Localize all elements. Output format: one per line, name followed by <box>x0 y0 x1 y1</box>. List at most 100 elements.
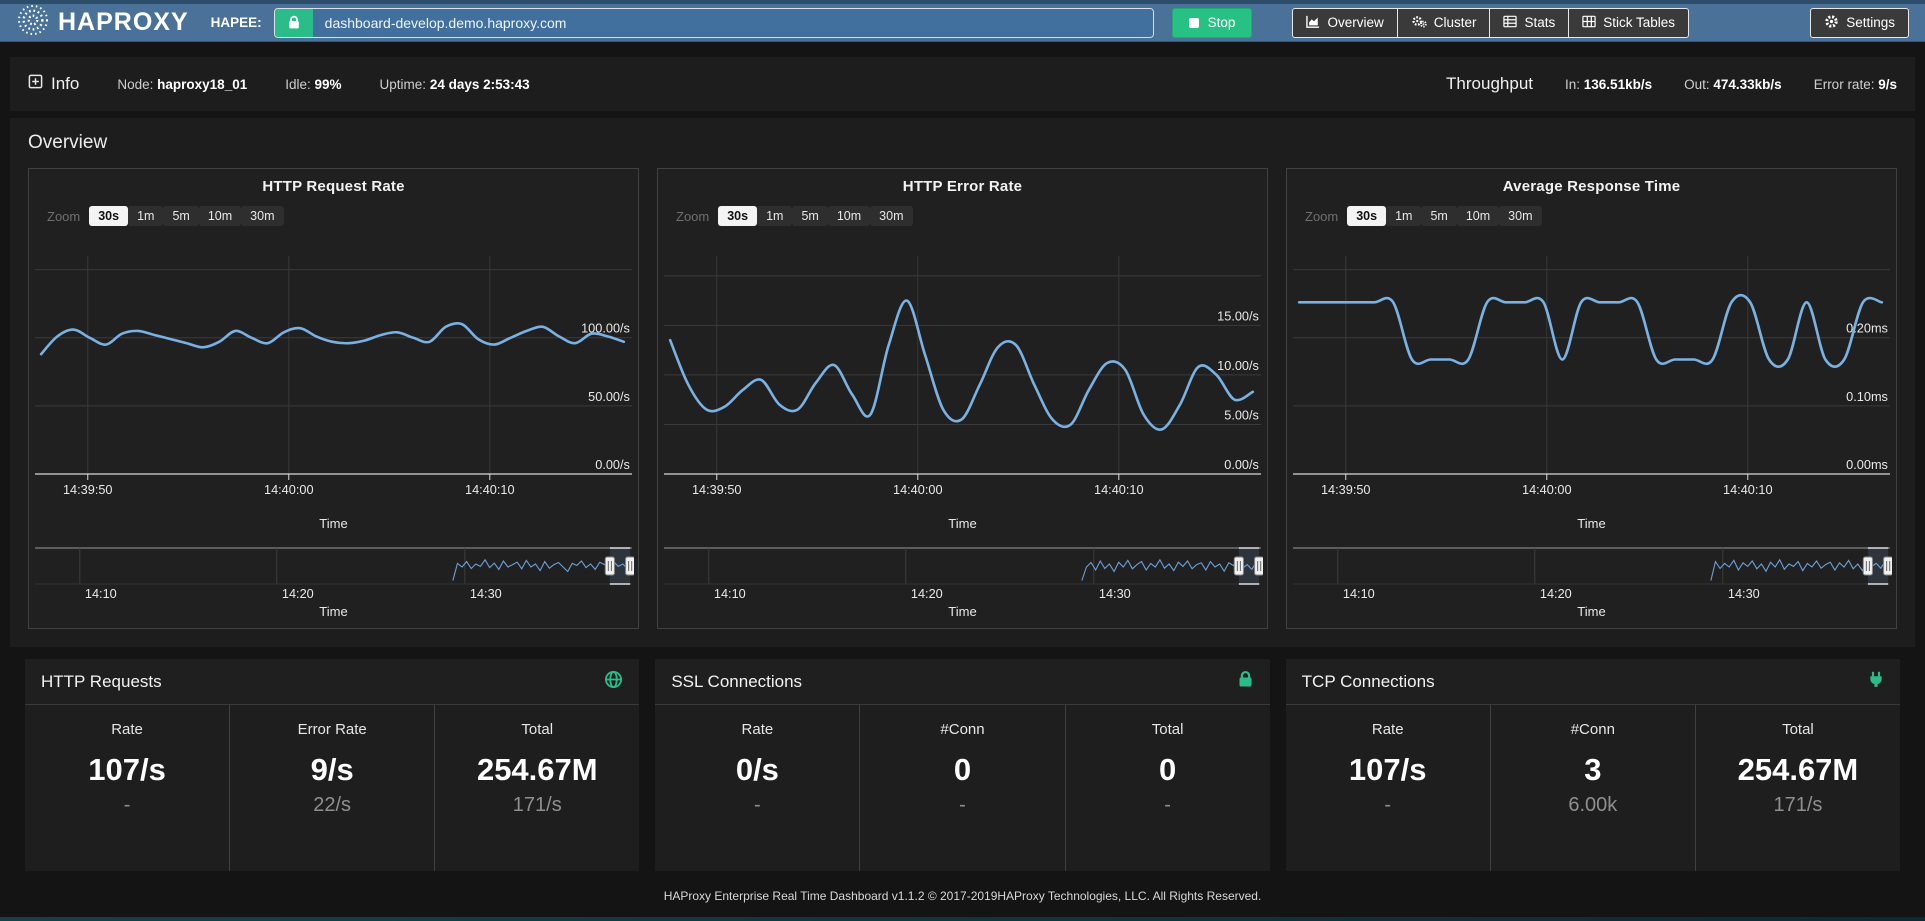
table-icon <box>1503 15 1517 31</box>
info-bar: Info Node: haproxy18_01 Idle: 99% Uptime… <box>10 57 1915 111</box>
x-axis-title: Time <box>33 516 634 532</box>
svg-text:14:40:10: 14:40:10 <box>465 483 515 497</box>
throughput-group: Throughput In: 136.51kb/s Out: 474.33kb/… <box>1446 74 1897 94</box>
svg-text:14:10: 14:10 <box>85 587 117 601</box>
stat-card-title: SSL Connections <box>671 672 802 692</box>
stat-col-rate: Rate 107/s - <box>1286 705 1490 871</box>
zoom-30m-button[interactable]: 30m <box>241 206 283 226</box>
svg-text:14:40:00: 14:40:00 <box>264 483 314 497</box>
stat-col-total: Total 254.67M 171/s <box>434 705 639 871</box>
lock-icon <box>275 9 313 37</box>
nav-button-overview[interactable]: Overview <box>1292 8 1397 38</box>
zoom-30s-button[interactable]: 30s <box>89 206 128 226</box>
url-input-group <box>274 8 1154 38</box>
svg-text:14:30: 14:30 <box>470 587 502 601</box>
top-navbar: HAPROXY HAPEE: Stop Overview Cluster <box>0 0 1925 42</box>
http-requests-card: HTTP Requests Rate 107/s - Error Rate 9/… <box>25 659 639 871</box>
zoom-buttons: 30s1m5m10m30m <box>718 207 912 225</box>
stat-col-total: Total 254.67M 171/s <box>1695 705 1900 871</box>
stat-col-rate: Rate 107/s - <box>25 705 229 871</box>
plus-square-icon <box>28 74 43 94</box>
nav-button-stats[interactable]: Stats <box>1489 8 1569 38</box>
stat-col-rate: Rate 0/s - <box>655 705 859 871</box>
zoom-label: Zoom <box>676 209 709 224</box>
svg-text:50.00/s: 50.00/s <box>588 390 630 404</box>
gear-icon <box>1824 14 1839 32</box>
chart-title: HTTP Request Rate <box>33 178 634 195</box>
chart-navigator[interactable]: 14:1014:2014:30 <box>662 542 1263 604</box>
zoom-1m-button[interactable]: 1m <box>757 206 792 226</box>
http-request-rate-chart-card: HTTP Request Rate Zoom 30s1m5m10m30m 0.0… <box>28 168 639 629</box>
navigator-axis-title: Time <box>662 604 1263 620</box>
svg-text:14:30: 14:30 <box>1099 587 1131 601</box>
svg-text:10.00/s: 10.00/s <box>1217 359 1259 373</box>
zoom-label: Zoom <box>1305 209 1338 224</box>
area-chart-icon <box>1306 15 1320 31</box>
stop-icon <box>1189 18 1199 28</box>
svg-text:14:20: 14:20 <box>282 587 314 601</box>
zoom-10m-button[interactable]: 10m <box>199 206 241 226</box>
brand-name: HAPROXY <box>58 8 189 37</box>
uptime-info: Uptime: 24 days 2:53:43 <box>380 77 530 92</box>
svg-text:5.00/s: 5.00/s <box>1224 409 1259 423</box>
chart-plot-area[interactable]: 0.00/s5.00/s10.00/s15.00/s14:39:5014:40:… <box>662 234 1263 516</box>
svg-text:14:39:50: 14:39:50 <box>63 483 113 497</box>
zoom-1m-button[interactable]: 1m <box>1386 206 1421 226</box>
zoom-5m-button[interactable]: 5m <box>163 206 198 226</box>
zoom-10m-button[interactable]: 10m <box>1457 206 1499 226</box>
url-input[interactable] <box>313 9 1153 37</box>
info-expand-toggle[interactable]: Info <box>28 74 79 94</box>
x-axis-title: Time <box>662 516 1263 532</box>
nav-button-label: Cluster <box>1434 15 1477 30</box>
svg-text:0.10ms: 0.10ms <box>1846 390 1888 404</box>
zoom-30m-button[interactable]: 30m <box>870 206 912 226</box>
http-error-rate-chart-card: HTTP Error Rate Zoom 30s1m5m10m30m 0.00/… <box>657 168 1268 629</box>
zoom-10m-button[interactable]: 10m <box>828 206 870 226</box>
zoom-5m-button[interactable]: 5m <box>792 206 827 226</box>
navigator-axis-title: Time <box>33 604 634 620</box>
chart-navigator[interactable]: 14:1014:2014:30 <box>1291 542 1892 604</box>
chart-title: HTTP Error Rate <box>662 178 1263 195</box>
svg-text:14:20: 14:20 <box>1540 587 1572 601</box>
zoom-1m-button[interactable]: 1m <box>128 206 163 226</box>
stat-card-title: HTTP Requests <box>41 672 162 692</box>
throughput-out: Out: 474.33kb/s <box>1684 77 1782 92</box>
grid-icon <box>1582 15 1596 31</box>
zoom-buttons: 30s1m5m10m30m <box>89 207 283 225</box>
navigator-axis-title: Time <box>1291 604 1892 620</box>
settings-button[interactable]: Settings <box>1810 8 1909 38</box>
nav-button-stick-tables[interactable]: Stick Tables <box>1568 8 1689 38</box>
env-label: HAPEE: <box>211 15 262 30</box>
zoom-5m-button[interactable]: 5m <box>1421 206 1456 226</box>
nav-button-label: Overview <box>1327 15 1383 30</box>
svg-text:15.00/s: 15.00/s <box>1217 309 1259 323</box>
zoom-row: Zoom 30s1m5m10m30m <box>662 204 1263 228</box>
idle-info: Idle: 99% <box>285 77 341 92</box>
chart-plot-area[interactable]: 0.00ms0.10ms0.20ms14:39:5014:40:0014:40:… <box>1291 234 1892 516</box>
haproxy-logo-icon <box>16 3 50 42</box>
chart-plot-area[interactable]: 0.00/s50.00/s100.00/s14:39:5014:40:0014:… <box>33 234 634 516</box>
info-title-label: Info <box>51 74 79 94</box>
throughput-title: Throughput <box>1446 74 1533 94</box>
stat-col-conn: #Conn 3 6.00k <box>1490 705 1695 871</box>
zoom-row: Zoom 30s1m5m10m30m <box>1291 204 1892 228</box>
globe-icon <box>604 670 623 694</box>
nav-button-label: Stick Tables <box>1603 15 1675 30</box>
throughput-in: In: 136.51kb/s <box>1565 77 1652 92</box>
stop-button[interactable]: Stop <box>1172 8 1253 38</box>
charts-row: HTTP Request Rate Zoom 30s1m5m10m30m 0.0… <box>28 168 1897 629</box>
svg-text:14:30: 14:30 <box>1728 587 1760 601</box>
section-title: Overview <box>28 132 1897 154</box>
stat-col-conn: #Conn 0 - <box>859 705 1064 871</box>
info-left: Info Node: haproxy18_01 Idle: 99% Uptime… <box>28 74 530 94</box>
zoom-30s-button[interactable]: 30s <box>718 206 757 226</box>
node-info: Node: haproxy18_01 <box>117 77 247 92</box>
zoom-30m-button[interactable]: 30m <box>1499 206 1541 226</box>
svg-text:0.00ms: 0.00ms <box>1846 458 1888 472</box>
plug-icon <box>1868 671 1884 693</box>
settings-button-label: Settings <box>1846 15 1895 30</box>
stat-card-body: Rate 107/s - #Conn 3 6.00k Total 254.67M… <box>1286 705 1900 871</box>
chart-navigator[interactable]: 14:10 14:20 14:30 <box>33 542 634 604</box>
zoom-30s-button[interactable]: 30s <box>1347 206 1386 226</box>
nav-button-cluster[interactable]: Cluster <box>1397 8 1491 38</box>
